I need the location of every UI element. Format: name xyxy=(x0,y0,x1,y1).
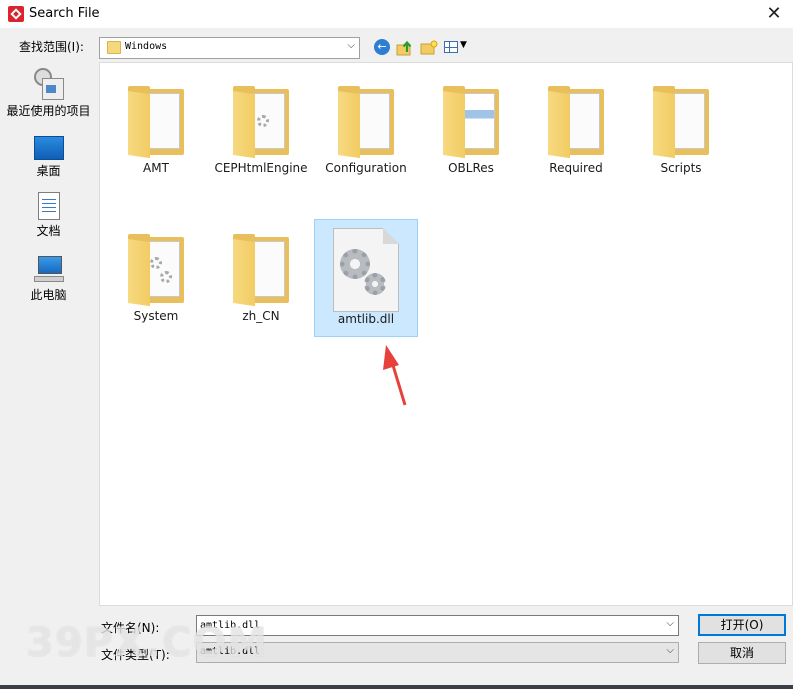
up-folder-button[interactable] xyxy=(396,39,414,57)
folder-icon xyxy=(443,86,499,159)
lookin-value: Windows xyxy=(125,41,168,52)
item-label: zh_CN xyxy=(242,309,280,323)
filename-field[interactable]: ⌵ xyxy=(196,615,679,636)
file-list[interactable]: AMT CEPHtmlEngine Configuration OBLRes R… xyxy=(99,62,793,606)
lookin-dropdown[interactable]: Windows ⌵ xyxy=(99,37,360,59)
lookin-label: 查找范围(I): xyxy=(19,40,84,54)
view-menu-button[interactable]: ▼ xyxy=(444,39,472,57)
place-label: 文档 xyxy=(36,224,61,238)
app-logo-icon xyxy=(8,6,24,22)
place-this-pc[interactable]: 此电脑 xyxy=(0,256,97,303)
folder-icon xyxy=(107,41,121,54)
new-folder-icon xyxy=(420,40,438,55)
up-folder-icon xyxy=(396,40,412,56)
places-bar: 最近使用的项目 桌面 文档 此电脑 xyxy=(0,62,97,606)
filetype-dropdown[interactable]: amtlib.dll ⌵ xyxy=(196,642,679,663)
folder-icon xyxy=(128,86,184,159)
chevron-down-icon: ⌵ xyxy=(347,40,355,51)
view-menu-icon xyxy=(444,41,458,53)
chevron-down-icon: ⌵ xyxy=(666,645,674,656)
place-label: 此电脑 xyxy=(30,288,67,302)
caret-down-icon: ▼ xyxy=(460,40,467,50)
item-label: amtlib.dll xyxy=(337,312,395,326)
back-button[interactable]: ← xyxy=(374,39,392,57)
place-label: 桌面 xyxy=(36,164,61,178)
place-label: 最近使用的项目 xyxy=(6,104,91,118)
window-title: Search File xyxy=(29,6,100,21)
close-icon[interactable]: ✕ xyxy=(761,2,787,26)
watermark: 39PX.COM xyxy=(26,620,269,666)
new-folder-button[interactable] xyxy=(420,39,438,57)
item-label: Configuration xyxy=(325,161,407,175)
documents-icon xyxy=(37,192,60,220)
item-label: AMT xyxy=(143,161,169,175)
folder-icon xyxy=(128,234,184,307)
folder-item-zh-cn[interactable]: zh_CN xyxy=(209,217,313,335)
folder-icon xyxy=(548,86,604,159)
bottom-border xyxy=(0,685,793,689)
dll-file-icon xyxy=(333,228,399,312)
desktop-icon xyxy=(33,136,64,160)
item-label: System xyxy=(133,309,179,323)
folder-icon xyxy=(233,86,289,159)
place-documents[interactable]: 文档 xyxy=(0,192,97,239)
place-recent[interactable]: 最近使用的项目 xyxy=(0,68,97,119)
title-bar: Search File ✕ xyxy=(0,0,793,28)
folder-item-system[interactable]: System xyxy=(104,217,208,335)
folder-icon xyxy=(338,86,394,159)
file-item-amtlib-dll[interactable]: amtlib.dll xyxy=(314,219,418,337)
folder-icon xyxy=(653,86,709,159)
item-label: OBLRes xyxy=(448,161,494,175)
back-icon: ← xyxy=(374,39,390,55)
folder-item-configuration[interactable]: Configuration xyxy=(314,69,418,187)
folder-item-required[interactable]: Required xyxy=(524,69,628,187)
this-pc-icon xyxy=(33,256,64,284)
item-label: CEPHtmlEngine xyxy=(214,161,308,175)
place-desktop[interactable]: 桌面 xyxy=(0,132,97,179)
chevron-down-icon[interactable]: ⌵ xyxy=(666,618,674,629)
open-button[interactable]: 打开(O) xyxy=(698,614,786,636)
cancel-button[interactable]: 取消 xyxy=(698,642,786,664)
folder-item-amt[interactable]: AMT xyxy=(104,69,208,187)
folder-item-oblres[interactable]: OBLRes xyxy=(419,69,523,187)
folder-item-scripts[interactable]: Scripts xyxy=(629,69,733,187)
recent-items-icon xyxy=(33,68,64,100)
folder-icon xyxy=(233,234,289,307)
item-label: Required xyxy=(549,161,603,175)
folder-item-cephtmlengine[interactable]: CEPHtmlEngine xyxy=(209,69,313,187)
item-label: Scripts xyxy=(660,161,702,175)
